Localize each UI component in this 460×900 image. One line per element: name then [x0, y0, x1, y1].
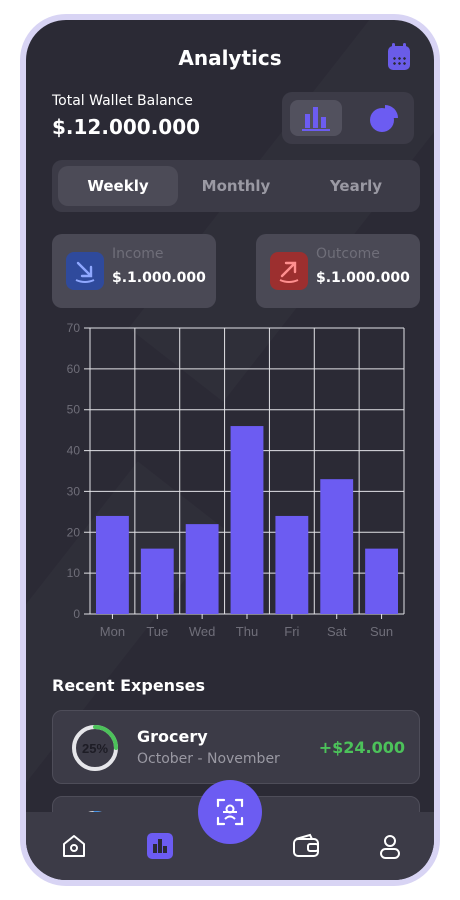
- chart-bar-sun: [365, 548, 398, 614]
- chart-bar-fri: [275, 515, 309, 614]
- arrow-down-right-icon: [66, 252, 104, 290]
- tab-yearly[interactable]: Yearly: [296, 166, 416, 206]
- page-title: Analytics: [178, 46, 282, 70]
- x-tick-label: Sun: [370, 624, 393, 639]
- x-tick-label: Mon: [100, 624, 125, 639]
- scan-icon: [216, 798, 244, 826]
- x-tick-label: Sat: [327, 624, 347, 639]
- income-value: $.1.000.000: [112, 270, 206, 286]
- y-tick-label: 30: [67, 484, 81, 498]
- wallet-icon[interactable]: [290, 830, 322, 862]
- chart-bar-sat: [320, 479, 354, 614]
- pie-chart-icon[interactable]: [358, 100, 410, 136]
- income-label: Income: [112, 246, 164, 262]
- home-icon[interactable]: [58, 830, 90, 862]
- tab-weekly[interactable]: Weekly: [58, 166, 178, 206]
- y-tick-label: 60: [67, 362, 81, 376]
- recent-expenses-title: Recent Expenses: [52, 676, 205, 695]
- y-tick-label: 70: [67, 321, 81, 335]
- y-tick-label: 0: [73, 607, 80, 621]
- expense-item-grocery[interactable]: 25% Grocery October - November +$24.000: [52, 710, 420, 784]
- chart-bar-tue: [140, 548, 174, 614]
- bar-chart-icon[interactable]: [290, 100, 342, 136]
- y-tick-label: 40: [67, 444, 81, 458]
- arrow-up-right-icon: [270, 252, 308, 290]
- profile-icon[interactable]: [374, 830, 406, 862]
- outcome-card[interactable]: Outcome $.1.000.000: [256, 234, 420, 308]
- period-tabs: Weekly Monthly Yearly: [52, 160, 420, 212]
- app-screen: Analytics Total Wallet Balance $.12.000.…: [26, 20, 434, 880]
- y-tick-label: 10: [67, 566, 81, 580]
- progress-ring: 25%: [71, 724, 119, 772]
- y-tick-label: 20: [67, 525, 81, 539]
- outcome-value: $.1.000.000: [316, 270, 410, 286]
- progress-percent: 25%: [82, 741, 108, 756]
- x-tick-label: Fri: [284, 624, 299, 639]
- wallet-balance-value: $.12.000.000: [52, 115, 201, 139]
- y-tick-label: 50: [67, 403, 81, 417]
- chart-view-toggle: [282, 92, 414, 144]
- calendar-icon[interactable]: [388, 43, 410, 70]
- tab-monthly[interactable]: Monthly: [176, 166, 296, 206]
- analytics-icon[interactable]: [144, 830, 176, 862]
- scan-button[interactable]: [198, 780, 262, 844]
- chart-bar-mon: [96, 515, 129, 614]
- outcome-label: Outcome: [316, 246, 380, 262]
- weekly-bar-chart: 0 10 20 30 40 50 60 70 Mon Tue Wed Thu Fri Sat Sun: [52, 320, 414, 650]
- x-tick-label: Tue: [146, 624, 168, 639]
- phone-frame: Analytics Total Wallet Balance $.12.000.…: [20, 14, 440, 886]
- wallet-balance-label: Total Wallet Balance: [52, 93, 193, 109]
- expense-name: Grocery: [137, 727, 208, 746]
- expense-amount: +$24.000: [318, 738, 405, 757]
- chart-bar-thu: [230, 426, 264, 614]
- x-tick-label: Wed: [189, 624, 216, 639]
- income-card[interactable]: Income $.1.000.000: [52, 234, 216, 308]
- expense-period: October - November: [137, 751, 280, 767]
- chart-svg: 0 10 20 30 40 50 60 70 Mon Tue Wed Thu Fri Sat Sun: [67, 321, 405, 639]
- x-tick-label: Thu: [236, 624, 258, 639]
- chart-bar-wed: [185, 524, 219, 614]
